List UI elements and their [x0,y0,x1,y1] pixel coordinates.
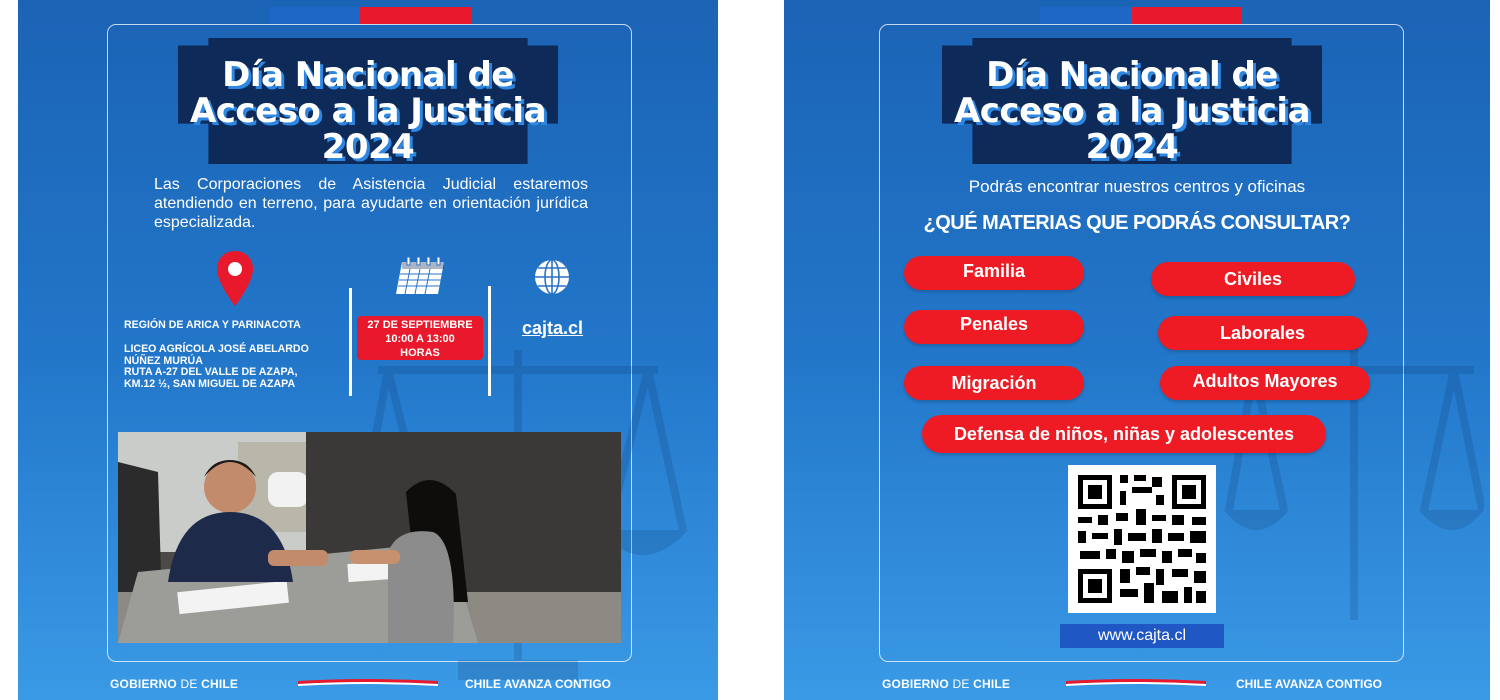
divider-right [488,286,491,396]
flag-stripe-blue [270,7,360,24]
gov-bold: GOBIERNO [882,677,949,691]
topic-adultos-mayores: Adultos Mayores [1160,366,1370,400]
address-line-4: KM.12 ½, SAN MIGUEL DE AZAPA [124,377,296,390]
event-title: Día Nacional de Acceso a la Justicia 202… [178,38,558,167]
topic-laborales: Laborales [1158,316,1367,350]
government-brand: GOBIERNO DE CHILE [110,677,238,691]
event-title: Día Nacional de Acceso a la Justicia 202… [942,38,1322,167]
topics-question: ¿QUÉ MATERIAS QUE PODRÁS CONSULTAR? [923,212,1351,234]
date-line-3: HORAS [400,347,440,359]
poster-left: Día Nacional de Acceso a la Justicia 202… [18,0,718,700]
gov-country: CHILE [201,677,239,691]
date-line-1: 27 DE SEPTIEMBRE [367,319,473,331]
event-title-text: Día Nacional de Acceso a la Justicia 202… [178,38,558,167]
flag-stripe-red [360,7,471,24]
qr-code[interactable] [1068,465,1216,613]
consultation-photo [118,432,621,643]
globe-icon [535,259,569,295]
title-line-3: 2024 [321,127,415,167]
title-line-1: Día Nacional de [986,55,1278,95]
photo-illustration [118,432,621,643]
region-label: REGIÓN DE ARICA Y PARINACOTA [124,319,301,331]
gov-country: CHILE [973,677,1011,691]
divider-left [349,288,352,396]
topic-civiles: Civiles [1151,262,1355,296]
venue-address: LICEO AGRÍCOLA JOSÉ ABELARDO NÚÑEZ MURÚA… [124,343,309,390]
address-line-1: LICEO AGRÍCOLA JOSÉ ABELARDO [124,343,309,355]
date-line-2: 10:00 A 13:00 [385,333,455,345]
title-line-1: Día Nacional de [222,55,514,95]
poster-right: Día Nacional de Acceso a la Justicia 202… [784,0,1490,700]
slogan: CHILE AVANZA CONTIGO [1236,677,1382,691]
event-title-text: Día Nacional de Acceso a la Justicia 202… [942,38,1322,167]
intro-text: Las Corporaciones de Asistencia Judicial… [154,176,588,231]
flag-stripe-blue [1040,7,1132,24]
qr-code-icon [1078,475,1206,603]
topic-penales: Penales [904,310,1084,344]
topic-defensa-ninos: Defensa de niños, niñas y adolescentes [922,415,1326,453]
calendar-icon [396,256,444,295]
topic-familia: Familia [904,256,1084,290]
address-line-2: NÚÑEZ MURÚA [124,354,203,367]
date-badge: 27 DE SEPTIEMBRE 10:00 A 13:00 HORAS [357,316,483,360]
website-link[interactable]: cajta.cl [522,318,583,339]
website-url[interactable]: www.cajta.cl [1060,624,1224,648]
gov-bold: GOBIERNO [110,677,177,691]
government-brand: GOBIERNO DE CHILE [882,677,1010,691]
address-line-3: RUTA A-27 DEL VALLE DE AZAPA, [124,366,298,378]
location-pin-icon [217,251,253,306]
title-line-2: Acceso a la Justicia [189,91,547,131]
subtitle: Podrás encontrar nuestros centros y ofic… [968,177,1306,196]
topic-migracion: Migración [904,366,1084,400]
gov-light: DE [180,677,198,691]
title-line-2: Acceso a la Justicia [953,91,1311,131]
slogan: CHILE AVANZA CONTIGO [465,677,611,691]
gov-light: DE [952,677,970,691]
flag-stripe-red [1132,7,1242,24]
title-line-3: 2024 [1085,127,1179,167]
flag-swoosh-icon [1066,679,1206,686]
flag-swoosh-icon [298,679,438,686]
